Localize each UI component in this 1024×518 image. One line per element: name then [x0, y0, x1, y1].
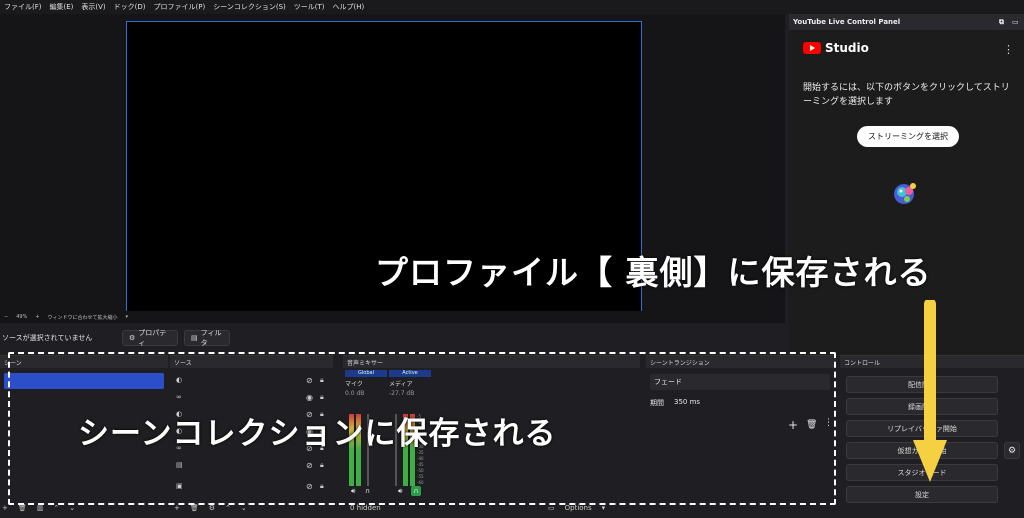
add-icon[interactable]: + [2, 504, 8, 512]
add-icon[interactable]: + [174, 504, 180, 512]
layout-icon[interactable]: ▭ [548, 504, 555, 512]
chevron-down-icon[interactable]: ⌄ [241, 504, 247, 512]
filters-label: フィルタ [200, 329, 222, 347]
panel-title-text: YouTube Live Control Panel [793, 18, 901, 26]
menu-view[interactable]: 表示(V) [77, 2, 109, 12]
select-streaming-button[interactable]: ストリーミングを選択 [857, 126, 959, 147]
mascot-icon [894, 183, 916, 204]
menu-scene-collection[interactable]: シーンコレクション(S) [209, 2, 290, 12]
filters-button[interactable]: ▤ フィルタ [184, 329, 230, 347]
zoom-value: 49% [16, 314, 28, 320]
trash-icon[interactable]: 🗑︎ [18, 504, 27, 512]
chevron-up-icon[interactable]: ⌃ [225, 504, 231, 512]
no-source-label: ソースが選択されていません [2, 334, 93, 342]
menu-edit[interactable]: 編集(E) [46, 2, 78, 12]
filter-icon: ▤ [191, 334, 198, 342]
zoom-bar: − 49% + ウィンドウに合わせて拡大縮小 ▾ [0, 311, 785, 323]
chevron-down-icon[interactable]: ⌄ [69, 504, 75, 512]
gear-icon[interactable]: ⚙ [1004, 442, 1020, 459]
filter-icon[interactable]: ▥ [37, 504, 44, 512]
zoom-out-button[interactable]: − [4, 314, 8, 320]
profile-annotation-text: プロファイル【 裏側】に保存される [375, 253, 932, 292]
close-icon[interactable]: ▭ [1012, 18, 1019, 26]
source-toolbar: ソースが選択されていません ⚙ プロパティ ▤ フィルタ [0, 326, 785, 350]
menu-profile[interactable]: プロファイル(P) [150, 2, 210, 12]
more-options-icon[interactable]: ⋮ [1003, 43, 1014, 56]
yt-description: 開始するには、以下のボタンをクリックしてストリーミングを選択します [803, 83, 1010, 107]
scene-collection-annotation-text: シーンコレクションに保存される [78, 416, 557, 452]
chevron-down-icon[interactable]: ▾ [602, 504, 606, 512]
zoom-in-button[interactable]: + [35, 314, 39, 320]
chevron-up-icon[interactable]: ⌃ [53, 504, 59, 512]
trash-icon[interactable]: 🗑︎ [190, 504, 199, 512]
menu-file[interactable]: ファイル(F) [0, 2, 46, 12]
chevron-down-icon[interactable]: ▾ [126, 314, 129, 320]
hidden-count: 0 hidden [350, 504, 381, 512]
zoom-fit-select[interactable]: ウィンドウに合わせて拡大縮小 [48, 314, 118, 321]
studio-logo-text: Studio [825, 41, 869, 55]
settings-button[interactable]: 設定 [846, 486, 998, 503]
menu-help[interactable]: ヘルプ(H) [329, 2, 369, 12]
gear-icon[interactable]: ⚙ [209, 504, 215, 512]
properties-button[interactable]: ⚙ プロパティ [122, 329, 178, 347]
youtube-play-icon [803, 42, 821, 54]
youtube-control-panel: YouTube Live Control Panel ⧉ ▭ Studio ⋮ … [789, 14, 1024, 354]
menu-tools[interactable]: ツール(T) [290, 2, 329, 12]
youtube-studio-logo: Studio [803, 41, 869, 55]
undock-icon[interactable]: ⧉ [999, 18, 1004, 27]
menu-dock[interactable]: ドック(D) [110, 2, 150, 12]
gear-icon: ⚙ [129, 334, 136, 342]
properties-label: プロパティ [138, 329, 167, 347]
menu-bar: ファイル(F) 編集(E) 表示(V) ドック(D) プロファイル(P) シーン… [0, 0, 1024, 14]
options-button[interactable]: Options [565, 504, 592, 512]
panel-title: YouTube Live Control Panel ⧉ ▭ [789, 14, 1024, 30]
arrow-down-icon [913, 300, 947, 482]
